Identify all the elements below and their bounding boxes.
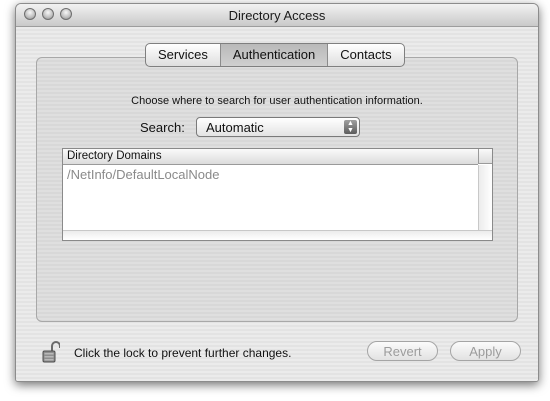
header-corner (478, 149, 492, 164)
search-popup[interactable]: Automatic ▲ ▼ (196, 117, 360, 137)
revert-button[interactable]: Revert (367, 341, 438, 361)
horizontal-scrollbar[interactable] (63, 230, 492, 240)
search-popup-value: Automatic (206, 120, 264, 135)
title-bar[interactable]: Directory Access (16, 4, 538, 27)
apply-button[interactable]: Apply (450, 341, 521, 361)
lock-message: Click the lock to prevent further change… (74, 346, 292, 360)
tab-services[interactable]: Services (146, 44, 221, 66)
tab-contacts[interactable]: Contacts (328, 44, 403, 66)
column-header-directory-domains[interactable]: Directory Domains (63, 149, 478, 165)
up-down-arrows-icon: ▲ ▼ (344, 120, 357, 134)
tab-bar: Services Authentication Contacts (145, 43, 405, 67)
table-row[interactable]: /NetInfo/DefaultLocalNode (67, 167, 219, 182)
search-label: Search: (140, 120, 185, 135)
directory-access-window: Directory Access Services Authentication… (15, 3, 539, 382)
window-title: Directory Access (228, 8, 326, 23)
vertical-scrollbar[interactable] (478, 165, 492, 231)
open-padlock-icon[interactable] (42, 341, 60, 363)
directory-domains-table[interactable]: Directory Domains /NetInfo/DefaultLocalN… (62, 148, 493, 241)
instructions-text: Choose where to search for user authenti… (131, 95, 423, 107)
tab-authentication[interactable]: Authentication (220, 44, 329, 66)
window-content: Services Authentication Contacts Choose … (16, 27, 538, 381)
